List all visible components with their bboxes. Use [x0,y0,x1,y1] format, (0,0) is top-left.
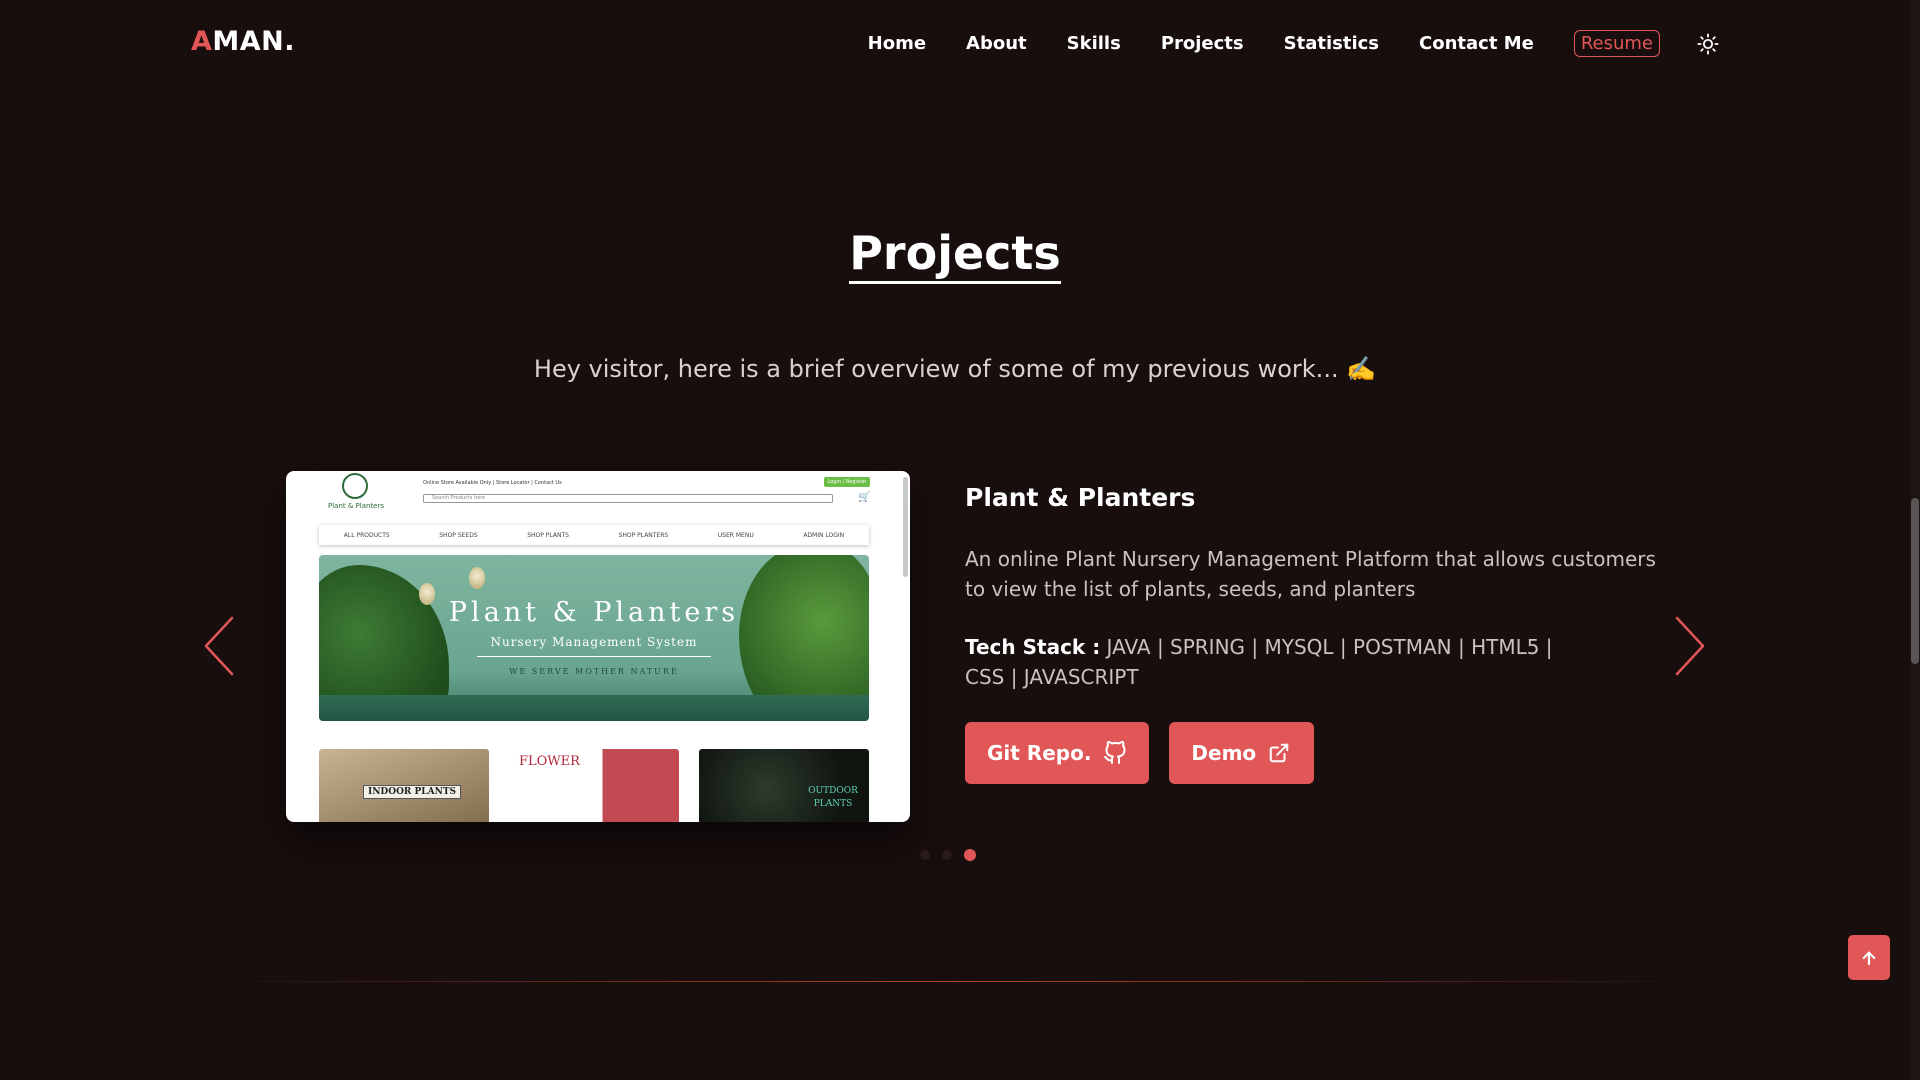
demo-button-label: Demo [1191,741,1257,765]
git-repo-button-label: Git Repo. [987,741,1092,765]
nav-link-statistics[interactable]: Statistics [1284,33,1379,54]
section-title: Projects [0,226,1910,284]
logo-text: MAN. [212,26,296,57]
section-title-text: Projects [849,226,1061,284]
project-description: An online Plant Nursery Management Platf… [965,547,1656,601]
section-divider [210,981,1700,982]
screenshot-menu-item: SHOP PLANTS [527,531,569,539]
resume-button[interactable]: Resume [1573,30,1660,57]
git-repo-button[interactable]: Git Repo. [965,722,1150,784]
carousel-dot-3[interactable] [964,849,976,861]
carousel-next-button[interactable] [1669,615,1709,677]
section-subtitle: Hey visitor, here is a brief overview of… [533,355,1377,383]
banner-divider [477,656,711,657]
banner-shelf [319,695,869,721]
arrow-up-icon [1862,951,1876,965]
carousel-dot-2[interactable] [942,850,952,860]
logo-accent-letter: A [191,26,213,57]
project-info: Plant & Planters An online Plant Nursery… [965,483,1665,784]
demo-button[interactable]: Demo [1169,722,1315,784]
carousel-prev-button[interactable] [200,615,240,677]
banner-title: Plant & Planters [448,597,740,628]
screenshot-menu: ALL PRODUCTS SHOP SEEDS SHOP PLANTS SHOP… [319,525,869,545]
screenshot-menu-item: ADMIN LOGIN [803,531,845,539]
nav-link-about[interactable]: About [966,33,1027,54]
main-nav: Home About Skills Projects Statistics Co… [868,30,1720,57]
category-tile-label: OUTDOOR PLANTS [808,786,858,809]
screenshot-login-button: Login / Register [824,477,870,487]
screenshot-menu-item: USER MENU [717,531,754,539]
external-link-icon [1268,741,1292,765]
category-tile: FLOWER [509,749,679,822]
carousel-pagination [920,849,988,861]
screenshot-menu-item: ALL PRODUCTS [343,531,390,539]
project-tech-stack: Tech Stack : JAVA | SPRING | MYSQL | POS… [965,632,1585,692]
project-screenshot: Plant & Planters Online Store Available … [286,471,910,822]
page-scrollbar-thumb[interactable] [1911,498,1919,664]
screenshot-header: Plant & Planters Online Store Available … [286,471,910,515]
github-icon [1103,741,1127,765]
banner-tagline: WE SERVE MOTHER NATURE [509,667,679,676]
screenshot-logo-icon [342,473,368,499]
screenshot-category-tiles: INDOOR PLANTS FLOWER OUTDOOR PLANTS [319,749,869,822]
project-actions: Git Repo. Demo [965,722,1665,784]
screenshot-menu-item: SHOP SEEDS [439,531,478,539]
cart-icon: 🛒 [858,492,871,503]
category-tile-label: FLOWER [519,754,580,769]
nav-link-skills[interactable]: Skills [1067,33,1121,54]
chevron-right-icon [1675,616,1705,676]
nav-link-projects[interactable]: Projects [1161,33,1244,54]
back-to-top-button[interactable] [1848,935,1890,980]
sun-icon [1697,32,1719,55]
screenshot-logo-text: Plant & Planters [328,502,385,510]
banner-subtitle: Nursery Management System [490,635,698,649]
chevron-left-icon [204,616,234,676]
theme-toggle-button[interactable] [1696,32,1720,56]
carousel-dot-1[interactable] [920,850,930,860]
screenshot-top-links: Online Store Available Only | Store Loca… [423,480,562,486]
category-tile: INDOOR PLANTS [319,749,489,822]
category-tile-label: INDOOR PLANTS [363,785,462,799]
screenshot-banner: Plant & Planters Nursery Management Syst… [319,555,869,721]
screenshot-menu-item: SHOP PLANTERS [618,531,669,539]
banner-bulb [469,567,485,589]
project-title: Plant & Planters [965,483,1196,512]
nav-link-contact[interactable]: Contact Me [1419,33,1534,54]
screenshot-search-bar: Search Products here [423,494,833,503]
tech-stack-label: Tech Stack : [965,635,1101,659]
site-logo[interactable]: AMAN. [191,26,295,57]
nav-link-home[interactable]: Home [868,33,926,54]
category-tile: OUTDOOR PLANTS [699,749,869,822]
